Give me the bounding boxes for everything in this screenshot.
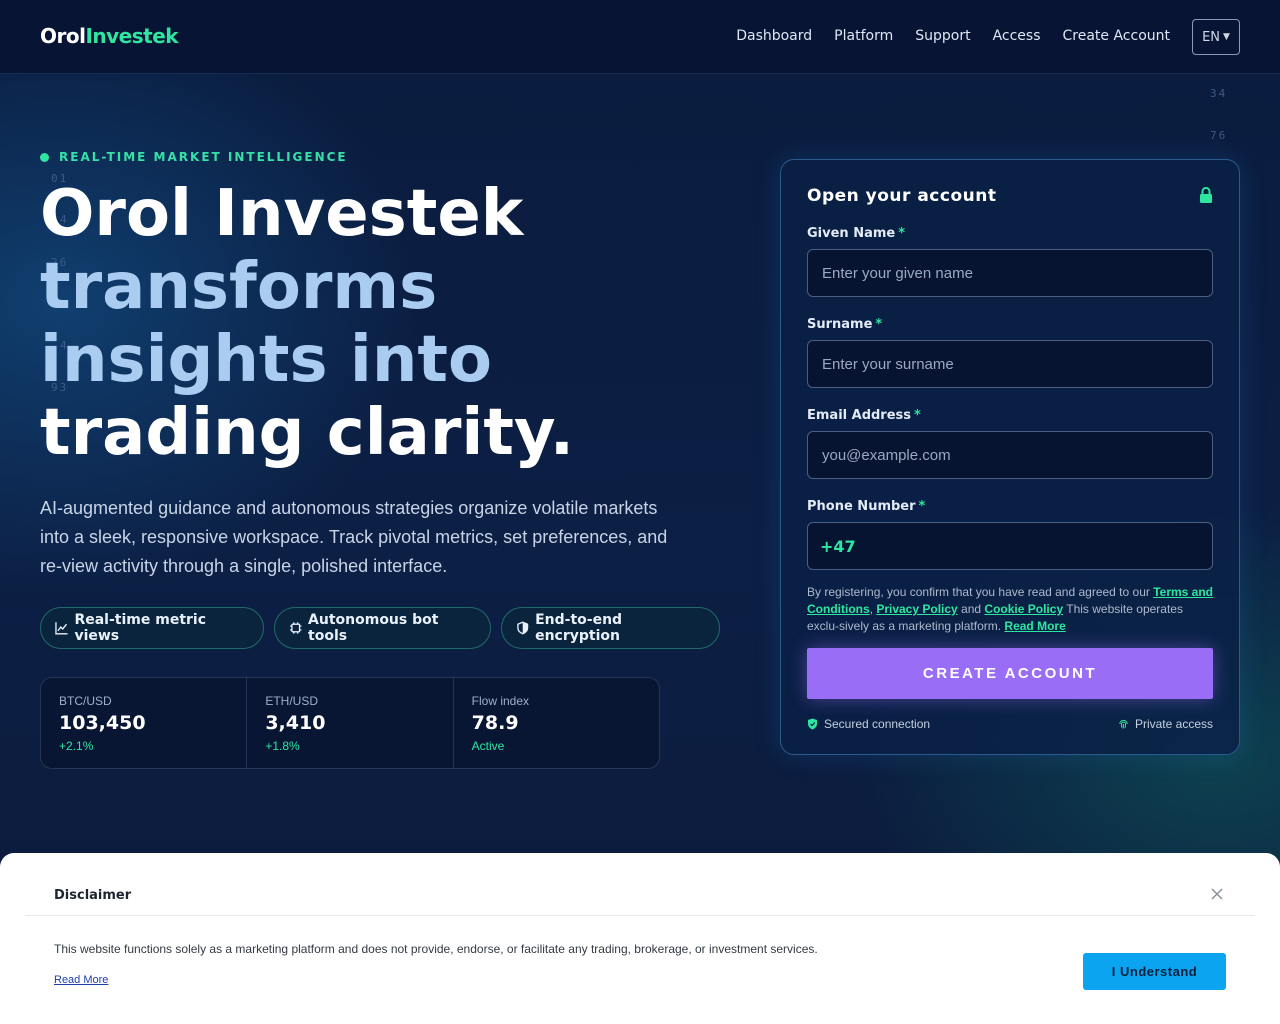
form-title: Open your account xyxy=(807,186,997,206)
nav-access[interactable]: Access xyxy=(993,28,1041,44)
given-name-input[interactable] xyxy=(807,249,1213,297)
phone-field: +47 xyxy=(807,522,1213,570)
hero-title-line1: Orol Investek xyxy=(40,177,524,251)
private-label: Private access xyxy=(1134,717,1213,731)
background-number: 76 xyxy=(1210,129,1228,142)
lock-icon xyxy=(1200,186,1212,203)
stat-eth: ETH/USD 3,410 +1.8% xyxy=(247,678,454,768)
pill-label: Autonomous bot tools xyxy=(308,612,439,644)
hero-title: Orol Investek transforms insights into t… xyxy=(40,178,720,470)
label-text: Email Address xyxy=(807,408,912,423)
disclaimer-read-more-link[interactable]: Read More xyxy=(54,974,108,986)
pill-label: End-to-end encryption xyxy=(535,612,623,644)
required-mark: * xyxy=(918,499,926,514)
disclaimer-banner: Disclaimer This website functions solely… xyxy=(0,853,1280,1024)
stat-label: Flow index xyxy=(471,694,530,708)
eyebrow-text: REAL-TIME MARKET INTELLIGENCE xyxy=(59,150,348,164)
disclaimer-divider xyxy=(25,915,1255,916)
hero-section: REAL-TIME MARKET INTELLIGENCE Orol Inves… xyxy=(40,150,720,769)
email-input[interactable] xyxy=(807,431,1213,479)
stat-value: 78.9 xyxy=(471,712,519,734)
language-value: EN xyxy=(1202,29,1221,45)
pill-label: Real-time metric views xyxy=(74,612,207,644)
secured-connection: Secured connection xyxy=(807,717,930,731)
private-access: Private access xyxy=(1118,717,1213,731)
label-text: Given Name xyxy=(807,226,896,241)
stat-label: ETH/USD xyxy=(265,694,318,708)
consent-part: By registering, you confirm that you hav… xyxy=(807,585,1154,599)
shield-icon xyxy=(516,621,528,635)
nav-dashboard[interactable]: Dashboard xyxy=(736,28,812,44)
chip-icon xyxy=(289,622,302,634)
required-mark: * xyxy=(898,226,906,241)
privacy-link[interactable]: Privacy Policy xyxy=(876,602,957,616)
language-selector[interactable]: EN ▼ xyxy=(1192,19,1240,55)
stat-flow-index: Flow index 78.9 Active xyxy=(454,678,659,768)
feature-pills: Real-time metric views Autonomous bot to… xyxy=(40,607,720,649)
background-number: 34 xyxy=(1210,87,1228,100)
phone-input[interactable] xyxy=(861,523,1200,569)
nav-create-account[interactable]: Create Account xyxy=(1063,28,1171,44)
logo-text-part1: Orol xyxy=(40,24,86,48)
stat-delta: +2.1% xyxy=(59,739,94,753)
consent-text: By registering, you confirm that you hav… xyxy=(807,584,1213,635)
surname-input[interactable] xyxy=(807,340,1213,388)
main-nav: Dashboard Platform Support Access Create… xyxy=(736,28,1170,44)
fingerprint-icon xyxy=(1119,719,1128,729)
disclaimer-title: Disclaimer xyxy=(54,888,132,903)
market-stats: BTC/USD 103,450 +2.1% ETH/USD 3,410 +1.8… xyxy=(40,677,660,769)
pill-encryption[interactable]: End-to-end encryption xyxy=(500,607,720,649)
disclaimer-text: This website functions solely as a marke… xyxy=(54,942,818,956)
site-header: OrolInvestek Dashboard Platform Support … xyxy=(0,0,1280,74)
consent-part: and xyxy=(957,602,985,616)
hero-description: AI-augmented guidance and autonomous str… xyxy=(40,498,668,576)
given-name-label: Given Name * xyxy=(807,226,1213,241)
chevron-down-icon: ▼ xyxy=(1223,32,1230,42)
stat-value: 3,410 xyxy=(265,712,326,734)
stat-delta: +1.8% xyxy=(265,739,300,753)
phone-country-code[interactable]: +47 xyxy=(820,537,856,556)
label-text: Surname xyxy=(807,317,873,332)
label-text: Phone Number xyxy=(807,499,916,514)
form-footer: Secured connection Private access xyxy=(807,717,1213,731)
stat-delta: Active xyxy=(471,739,505,753)
shield-check-icon xyxy=(808,718,817,730)
read-more-link[interactable]: Read More xyxy=(1004,619,1065,633)
phone-label: Phone Number * xyxy=(807,499,1213,514)
registration-form: Open your account Given Name* Surname* E… xyxy=(780,159,1240,755)
create-account-button[interactable]: CREATE ACCOUNT xyxy=(807,648,1213,699)
pill-autonomous-bot[interactable]: Autonomous bot tools xyxy=(273,607,491,649)
hero-eyebrow: REAL-TIME MARKET INTELLIGENCE xyxy=(40,150,720,164)
site-logo[interactable]: OrolInvestek xyxy=(40,24,179,48)
pill-real-time-metrics[interactable]: Real-time metric views xyxy=(40,607,264,649)
stat-btc: BTC/USD 103,450 +2.1% xyxy=(41,678,248,768)
close-icon[interactable] xyxy=(1210,887,1224,901)
status-dot-icon xyxy=(40,152,49,162)
surname-label: Surname * xyxy=(807,317,1213,332)
hero-title-line3: insights into xyxy=(40,323,492,397)
secured-label: Secured connection xyxy=(824,717,931,731)
understand-button[interactable]: I Understand xyxy=(1083,953,1226,990)
required-mark: * xyxy=(875,317,883,332)
chart-line-icon xyxy=(55,622,68,635)
stat-value: 103,450 xyxy=(59,712,146,734)
hero-title-line4: trading clarity. xyxy=(40,396,575,470)
stat-label: BTC/USD xyxy=(59,694,112,708)
hero-title-line2: transforms xyxy=(40,250,438,324)
nav-support[interactable]: Support xyxy=(915,28,970,44)
required-mark: * xyxy=(914,408,921,423)
logo-text-part2: Investek xyxy=(85,24,179,48)
nav-platform[interactable]: Platform xyxy=(834,28,893,44)
cookie-link[interactable]: Cookie Policy xyxy=(984,602,1063,616)
email-label: Email Address * xyxy=(807,408,1213,423)
